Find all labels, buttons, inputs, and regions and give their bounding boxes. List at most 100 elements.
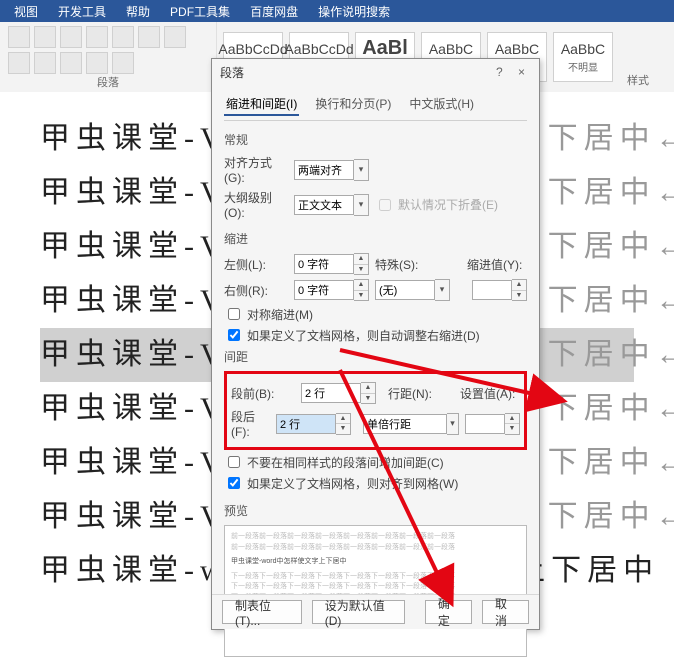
auto-indent-checkbox[interactable] [228,329,240,341]
chevron-down-icon[interactable] [435,279,450,301]
ribbon-paragraph-icons[interactable] [8,26,208,74]
special-input[interactable] [375,280,435,300]
spin-arrows[interactable]: ▲▼ [354,279,369,301]
spin-arrows[interactable]: ▲▼ [512,279,527,301]
preview-box: 前一段落前一段落前一段落前一段落前一段落前一段落前一段落前一段落 前一段落前一段… [224,525,527,657]
ribbon-paragraph-label: 段落 [8,74,208,90]
help-icon[interactable]: ? [490,65,509,79]
line-end: 下居中← [548,392,674,425]
outline-label: 大纲级别(O): [224,189,288,220]
paragraph-dialog: 段落 ? × 缩进和间距(I) 换行和分页(P) 中文版式(H) 常规 对齐方式… [211,58,540,630]
left-spin[interactable]: ▲▼ [294,253,369,275]
linesp-label: 行距(N): [388,385,436,402]
ribbon-icon[interactable] [86,26,108,48]
default-button[interactable]: 设为默认值(D) [312,600,405,624]
chevron-down-icon[interactable] [354,194,369,216]
ribbon-icon[interactable] [112,26,134,48]
after-spin[interactable]: ▲▼ [276,413,351,435]
special-combo[interactable] [375,279,450,301]
ribbon-icon[interactable] [86,52,108,74]
snap-label: 如果定义了文档网格，则对齐到网格(W) [247,475,458,492]
collapse-label: 默认情况下折叠(E) [398,196,498,213]
dialog-title: 段落 [220,64,244,81]
ribbon-icon[interactable] [138,26,160,48]
after-label: 段后(F): [231,408,270,439]
line-end: 下居中← [548,284,674,317]
special-label: 特殊(S): [375,256,423,273]
ribbon-icon[interactable] [112,52,134,74]
setval-input[interactable] [465,414,505,434]
menu-help[interactable]: 帮助 [116,3,160,20]
outline-input[interactable] [294,195,354,215]
noadd-checkbox[interactable] [228,456,240,468]
menu-bar: 视图 开发工具 帮助 PDF工具集 百度网盘 操作说明搜索 [0,0,674,22]
align-combo[interactable] [294,159,369,181]
linesp-combo[interactable] [363,413,459,435]
dialog-footer: 制表位(T)... 设为默认值(D) 确定 取消 [212,594,539,629]
indent-val-input[interactable] [472,280,512,300]
left-label: 左侧(L): [224,256,288,273]
menu-netdisk[interactable]: 百度网盘 [240,3,308,20]
auto-indent-label: 如果定义了文档网格，则自动调整右缩进(D) [247,327,480,344]
close-icon[interactable]: × [512,65,531,79]
ribbon-icon[interactable] [34,26,56,48]
outline-combo[interactable] [294,194,369,216]
setval-spin[interactable]: ▲▼ [465,413,520,435]
menu-dev[interactable]: 开发工具 [48,3,116,20]
dialog-tabs: 缩进和间距(I) 换行和分页(P) 中文版式(H) [224,93,527,121]
ribbon-icon[interactable] [34,52,56,74]
spin-arrows[interactable]: ▲▼ [361,382,376,404]
tab-line-page[interactable]: 换行和分页(P) [313,93,393,116]
collapse-checkbox [379,199,391,211]
chevron-down-icon[interactable] [354,159,369,181]
mirror-label: 对称缩进(M) [247,306,313,323]
menu-pdf[interactable]: PDF工具集 [160,3,240,20]
tab-asian[interactable]: 中文版式(H) [407,93,476,116]
spin-arrows[interactable]: ▲▼ [505,413,520,435]
section-spacing: 间距 [224,348,527,365]
ribbon-icon[interactable] [164,26,186,48]
section-general: 常规 [224,131,527,148]
ribbon-icon[interactable] [60,26,82,48]
noadd-label: 不要在相同样式的段落间增加间距(C) [247,454,444,471]
menu-view[interactable]: 视图 [4,3,48,20]
line-end: 下居中← [548,500,674,533]
left-input[interactable] [294,254,354,274]
spin-arrows[interactable]: ▲▼ [336,413,351,435]
linesp-input[interactable] [363,414,447,434]
tabs-button[interactable]: 制表位(T)... [222,600,302,624]
section-indent: 缩进 [224,230,527,247]
ribbon-icon[interactable] [8,52,30,74]
before-spin[interactable]: ▲▼ [301,382,376,404]
menu-tellme[interactable]: 操作说明搜索 [308,3,400,20]
indent-val-spin[interactable]: ▲▼ [472,279,527,301]
before-label: 段前(B): [231,385,295,402]
align-label: 对齐方式(G): [224,154,288,185]
spin-arrows[interactable]: ▲▼ [354,253,369,275]
ribbon-icon[interactable] [60,52,82,74]
line-end: 下居中← [548,446,674,479]
setval-label: 设置值(A): [460,385,520,402]
before-input[interactable] [301,383,361,403]
after-input[interactable] [276,414,336,434]
ribbon-styles-label: 样式 [627,72,649,88]
ok-button[interactable]: 确定 [425,600,472,624]
line-end: 下居中← [548,122,674,155]
chevron-down-icon[interactable] [447,413,459,435]
right-input[interactable] [294,280,354,300]
dialog-titlebar: 段落 ? × [212,59,539,85]
cancel-button[interactable]: 取消 [482,600,529,624]
line-end: 下居中← [548,230,674,263]
highlight-box: 段前(B): ▲▼ 行距(N): 设置值(A): 段后(F): ▲▼ ▲▼ [224,371,527,450]
right-label: 右侧(R): [224,282,288,299]
style-subtle[interactable]: AaBbC不明显 [553,32,613,82]
ribbon-icon[interactable] [8,26,30,48]
line-end: 下居中← [548,338,674,371]
align-input[interactable] [294,160,354,180]
snap-checkbox[interactable] [228,477,240,489]
mirror-checkbox[interactable] [228,308,240,320]
tab-indent-spacing[interactable]: 缩进和间距(I) [224,93,299,116]
section-preview: 预览 [224,502,527,519]
right-spin[interactable]: ▲▼ [294,279,369,301]
line-end: 下居中← [548,176,674,209]
